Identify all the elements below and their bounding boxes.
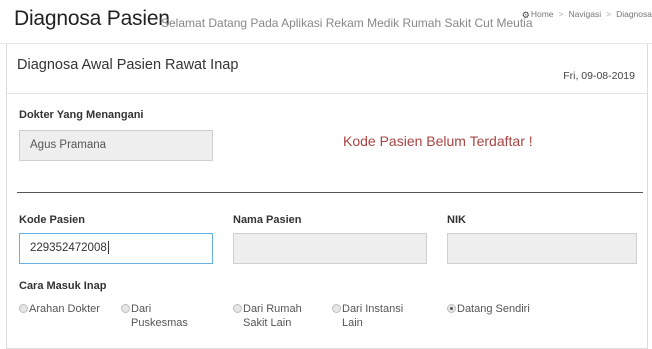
kode-pasien-label: Kode Pasien [19,214,86,226]
kode-pasien-input[interactable]: 229352472008 [19,233,213,264]
breadcrumb-home[interactable]: ⚙Home [522,9,554,20]
page-subtitle: Selamat Datang Pada Aplikasi Rekam Medik… [161,16,533,30]
radio-dari-puskesmas[interactable]: Dari Puskesmas [121,302,188,330]
panel-date: Fri, 09-08-2019 [563,70,635,82]
warning-message: Kode Pasien Belum Terdaftar ! [343,133,533,149]
radio-label: Dari Puskesmas [131,303,188,329]
diagnosa-panel: Diagnosa Awal Pasien Rawat Inap Fri, 09-… [6,44,648,349]
breadcrumb-diagnosa: Diagnosa [616,9,652,19]
radio-circle[interactable] [121,304,130,313]
kode-pasien-value: 229352472008 [30,242,107,254]
breadcrumb: ⚙Home > Navigasi > Diagnosa [522,9,652,20]
breadcrumb-home-label[interactable]: Home [531,9,554,19]
breadcrumb-separator: > [606,9,612,19]
dashboard-icon: ⚙ [521,10,530,20]
breadcrumb-separator: > [558,9,564,19]
page-title: Diagnosa Pasien [14,7,170,30]
radio-circle-checked[interactable] [447,304,456,313]
nama-pasien-field [233,233,427,264]
radio-label: Datang Sendiri [457,303,530,315]
radio-circle[interactable] [233,304,242,313]
radio-circle[interactable] [19,304,28,313]
radio-arahan-dokter[interactable]: Arahan Dokter [19,302,100,316]
doctor-label: Dokter Yang Menangani [19,109,144,121]
cara-masuk-label: Cara Masuk Inap [19,280,107,292]
radio-label: Dari Instansi Lain [342,303,404,329]
radio-datang-sendiri[interactable]: Datang Sendiri [447,302,530,316]
doctor-field: Agus Pramana [19,130,213,161]
radio-dari-rumah-sakit-lain[interactable]: Dari Rumah Sakit Lain [233,302,302,330]
page-header: Diagnosa Pasien Selamat Datang Pada Apli… [0,0,652,44]
breadcrumb-navigasi[interactable]: Navigasi [569,9,602,19]
text-caret [107,241,109,255]
section-divider [17,192,643,193]
radio-circle[interactable] [332,304,341,313]
radio-dari-instansi-lain[interactable]: Dari Instansi Lain [332,302,403,330]
nik-label: NIK [447,214,466,226]
radio-label: Dari Rumah Sakit Lain [243,303,302,329]
radio-label: Arahan Dokter [29,303,100,315]
panel-title: Diagnosa Awal Pasien Rawat Inap [17,57,239,73]
nama-pasien-label: Nama Pasien [233,214,302,226]
panel-header: Diagnosa Awal Pasien Rawat Inap Fri, 09-… [7,44,647,94]
nik-field [447,233,637,264]
